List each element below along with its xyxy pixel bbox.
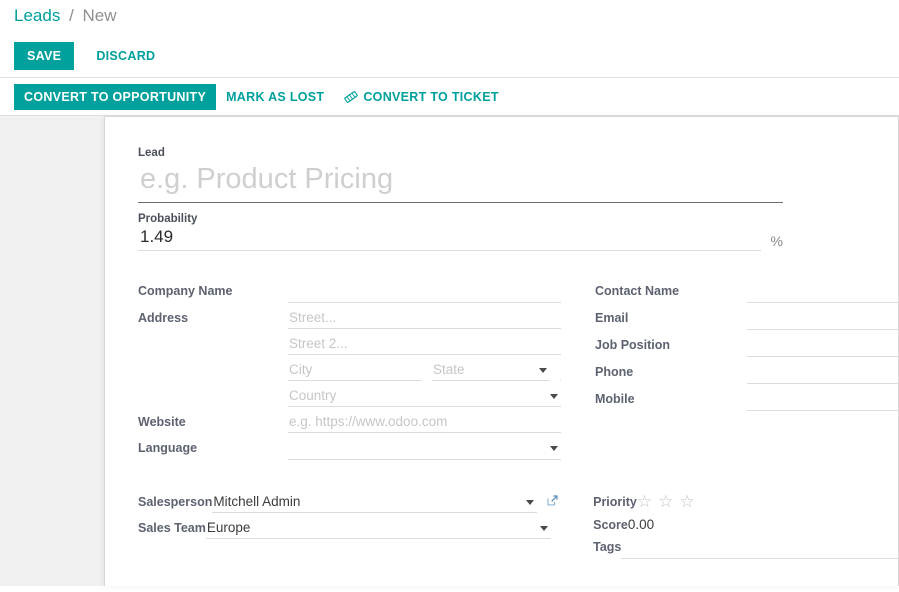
field-email: Email — [595, 308, 898, 330]
job-position-input[interactable] — [747, 335, 898, 357]
address-street2-input[interactable] — [288, 334, 561, 355]
discard-button[interactable]: DISCARD — [90, 42, 161, 70]
form-column-left: Company Name Address Street... Street 2.… — [138, 281, 561, 465]
company-name-label: Company Name — [138, 284, 233, 298]
field-job-position: Job Position — [595, 335, 898, 357]
priority-stars[interactable]: ☆ ☆ ☆ — [637, 492, 898, 510]
mark-as-lost-label: MARK AS LOST — [226, 89, 325, 104]
mark-as-lost-button[interactable]: MARK AS LOST — [216, 84, 334, 110]
breadcrumb: Leads / New — [0, 0, 899, 34]
field-language: Language — [138, 438, 561, 460]
email-label: Email — [595, 311, 629, 325]
probability-input[interactable] — [138, 226, 761, 251]
field-contact-name: Contact Name — [595, 281, 898, 303]
form-columns-secondary: Salesperson Sales Team — [138, 492, 898, 564]
score-label: Score — [593, 518, 628, 532]
priority-label: Priority — [593, 495, 637, 509]
address-city-input[interactable] — [288, 360, 422, 381]
address-label: Address — [138, 311, 189, 325]
status-action-bar: CONVERT TO OPPORTUNITY MARK AS LOST CONV… — [0, 78, 899, 116]
field-address: Address — [138, 308, 561, 407]
field-mobile: Mobile — [595, 389, 898, 411]
score-value: 0.00 — [627, 517, 655, 532]
phone-label: Phone — [595, 365, 634, 379]
field-tags: Tags — [593, 537, 898, 559]
sales-team-label: Sales Team — [138, 521, 206, 535]
star-icon[interactable]: ☆ — [679, 493, 694, 510]
external-link-icon[interactable] — [546, 492, 559, 507]
sales-team-input[interactable] — [205, 518, 551, 539]
job-position-label: Job Position — [595, 338, 670, 352]
tags-input[interactable] — [621, 537, 898, 559]
email-input[interactable] — [747, 308, 898, 330]
lead-field-label: Lead — [138, 147, 165, 159]
star-icon[interactable]: ☆ — [658, 493, 673, 510]
form-sheet: Lead Probability % Company Name Address — [104, 116, 899, 586]
address-street-input[interactable] — [288, 308, 561, 329]
field-website: Website — [138, 412, 561, 433]
probability-field-label: Probability — [138, 213, 198, 225]
website-input[interactable] — [288, 412, 561, 433]
address-zip-input[interactable] — [560, 360, 561, 381]
language-label: Language — [138, 441, 198, 455]
contact-name-label: Contact Name — [595, 284, 680, 298]
field-score: Score 0.00 — [593, 515, 898, 532]
company-name-input[interactable] — [288, 281, 561, 303]
convert-to-opportunity-label: CONVERT TO OPPORTUNITY — [24, 89, 207, 104]
salesperson-label: Salesperson — [138, 495, 213, 509]
field-priority: Priority ☆ ☆ ☆ — [593, 492, 898, 510]
breadcrumb-current: New — [82, 6, 117, 25]
save-button[interactable]: SAVE — [14, 41, 75, 70]
field-company-name: Company Name — [138, 281, 561, 303]
convert-to-opportunity-button[interactable]: CONVERT TO OPPORTUNITY — [14, 83, 217, 110]
breadcrumb-link-leads[interactable]: Leads — [14, 6, 60, 25]
form-column-right-secondary: Priority ☆ ☆ ☆ Score 0.00 Tags — [593, 492, 898, 564]
lead-name-input[interactable] — [138, 161, 783, 203]
language-input[interactable] — [288, 438, 561, 460]
field-sales-team: Sales Team — [138, 518, 559, 539]
ticket-icon — [344, 90, 359, 104]
address-city-state-zip-row — [288, 360, 561, 381]
contact-name-input[interactable] — [747, 281, 898, 303]
field-phone: Phone — [595, 362, 898, 384]
form-column-left-secondary: Salesperson Sales Team — [138, 492, 559, 564]
website-label: Website — [138, 415, 186, 429]
form-column-right: Contact Name Email Job Position Phone Mo… — [595, 281, 898, 465]
probability-percent-suffix: % — [770, 233, 783, 249]
save-discard-bar: SAVE DISCARD — [0, 34, 899, 78]
sheet-background: Lead Probability % Company Name Address — [0, 116, 899, 586]
convert-to-ticket-label: CONVERT TO TICKET — [363, 89, 499, 104]
tags-label: Tags — [593, 540, 622, 554]
convert-to-ticket-button[interactable]: CONVERT TO TICKET — [334, 84, 508, 110]
star-icon[interactable]: ☆ — [637, 493, 652, 510]
breadcrumb-separator: / — [69, 6, 74, 25]
address-country-input[interactable] — [288, 386, 561, 407]
phone-input[interactable] — [747, 362, 898, 384]
field-salesperson: Salesperson — [138, 492, 559, 513]
mobile-input[interactable] — [747, 389, 898, 411]
address-state-input[interactable] — [432, 360, 550, 381]
probability-row: % — [138, 226, 783, 251]
mobile-label: Mobile — [595, 392, 635, 406]
form-columns: Company Name Address Street... Street 2.… — [138, 281, 898, 465]
salesperson-input[interactable] — [212, 492, 538, 513]
